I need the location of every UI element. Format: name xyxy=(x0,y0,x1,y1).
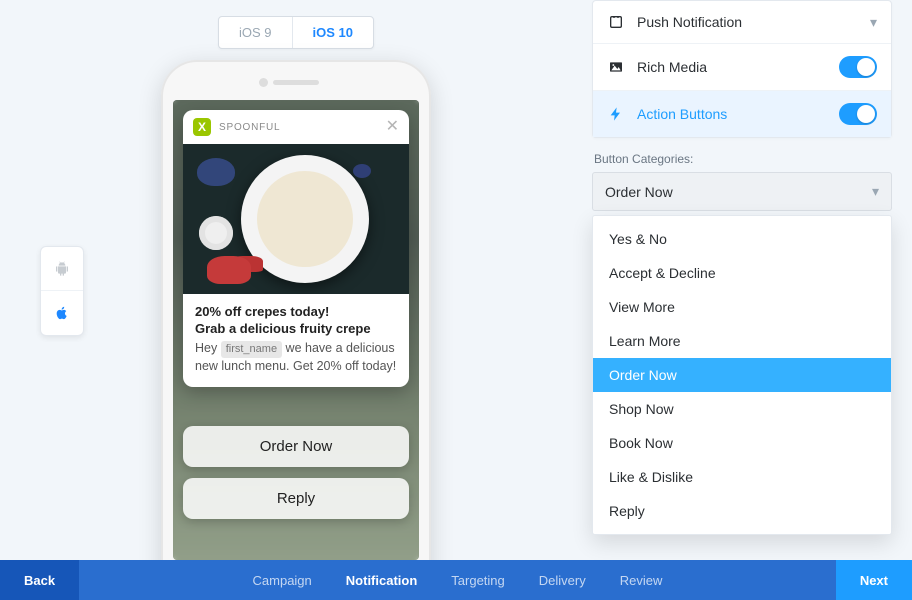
category-option[interactable]: Reply xyxy=(593,494,891,528)
wizard-step[interactable]: Notification xyxy=(346,573,418,588)
app-badge-letter: X xyxy=(198,120,206,134)
next-button-label: Next xyxy=(860,573,888,588)
push-icon xyxy=(607,13,625,31)
category-option[interactable]: Like & Dislike xyxy=(593,460,891,494)
notification-action-primary[interactable]: Order Now xyxy=(183,426,409,467)
media-plate xyxy=(241,155,369,283)
tab-ios9-label: iOS 9 xyxy=(239,25,272,40)
wizard-step[interactable]: Campaign xyxy=(253,573,312,588)
category-option[interactable]: Accept & Decline xyxy=(593,256,891,290)
android-icon xyxy=(53,260,71,278)
tab-ios10[interactable]: iOS 10 xyxy=(293,17,373,48)
category-select-value: Order Now xyxy=(605,184,673,200)
back-button[interactable]: Back xyxy=(0,560,79,600)
setting-push-notification[interactable]: Push Notification ▾ xyxy=(593,1,891,44)
phone-frame: X SPOONFUL ✕ 20% off crepes today! Grab … xyxy=(161,60,431,600)
rich-media-toggle[interactable] xyxy=(839,56,877,78)
wizard-step[interactable]: Review xyxy=(620,573,663,588)
wizard-step[interactable]: Targeting xyxy=(451,573,504,588)
media-crepe xyxy=(267,181,343,257)
notification-body: 20% off crepes today! Grab a delicious f… xyxy=(183,294,409,387)
tab-ios10-label: iOS 10 xyxy=(313,25,353,40)
notification-text-pre: Hey xyxy=(195,341,221,355)
settings-sidebar: Push Notification ▾ Rich Media Action Bu… xyxy=(592,0,892,560)
notification-subtitle: Grab a delicious fruity crepe xyxy=(195,321,397,336)
notification-media xyxy=(183,144,409,294)
action-buttons-toggle[interactable] xyxy=(839,103,877,125)
platform-switcher xyxy=(40,246,84,336)
phone-camera-dot xyxy=(259,78,268,87)
os-version-tabs: iOS 9 iOS 10 xyxy=(218,16,374,49)
wizard-steps: Campaign Notification Targeting Delivery Rev… xyxy=(79,560,836,600)
image-icon xyxy=(607,58,625,76)
app-badge-icon: X xyxy=(193,118,211,136)
media-berries xyxy=(197,158,235,186)
lightning-icon xyxy=(607,105,625,123)
category-dropdown: Yes & NoAccept & DeclineView MoreLearn M… xyxy=(592,215,892,535)
media-cup xyxy=(199,216,233,250)
back-button-label: Back xyxy=(24,573,55,588)
category-option[interactable]: Yes & No xyxy=(593,222,891,256)
wizard-footer: Back Campaign Notification Targeting Delive… xyxy=(0,560,912,600)
notification-action-secondary[interactable]: Reply xyxy=(183,478,409,519)
chevron-down-icon: ▾ xyxy=(872,183,879,200)
action-buttons-label: Action Buttons xyxy=(637,106,827,122)
media-strawberries xyxy=(207,256,251,284)
phone-speaker xyxy=(273,80,319,85)
setting-rich-media[interactable]: Rich Media xyxy=(593,44,891,91)
category-option[interactable]: Book Now xyxy=(593,426,891,460)
action-secondary-label: Reply xyxy=(277,490,315,507)
wizard-step[interactable]: Delivery xyxy=(539,573,586,588)
notification-text: Hey first_name we have a delicious new l… xyxy=(195,340,397,375)
category-option[interactable]: View More xyxy=(593,290,891,324)
button-categories-label: Button Categories: xyxy=(594,152,890,166)
category-option[interactable]: Shop Now xyxy=(593,392,891,426)
media-berries-small xyxy=(353,164,371,178)
platform-ios[interactable] xyxy=(41,291,83,335)
category-select[interactable]: Order Now ▾ xyxy=(592,172,892,211)
action-primary-label: Order Now xyxy=(260,438,333,455)
category-option[interactable]: Order Now xyxy=(593,358,891,392)
preview-canvas: iOS 9 iOS 10 X SPOONFUL ✕ xyxy=(0,0,592,560)
category-option[interactable]: Learn More xyxy=(593,324,891,358)
push-label: Push Notification xyxy=(637,14,858,30)
merge-token: first_name xyxy=(221,341,282,358)
rich-media-label: Rich Media xyxy=(637,59,827,75)
close-icon[interactable]: ✕ xyxy=(386,119,399,135)
phone-screen: X SPOONFUL ✕ 20% off crepes today! Grab … xyxy=(173,100,419,560)
next-button[interactable]: Next xyxy=(836,560,912,600)
notification-card: X SPOONFUL ✕ 20% off crepes today! Grab … xyxy=(183,110,409,387)
setting-action-buttons[interactable]: Action Buttons xyxy=(593,91,891,137)
platform-android[interactable] xyxy=(41,247,83,291)
tab-ios9[interactable]: iOS 9 xyxy=(219,17,293,48)
apple-icon xyxy=(53,304,71,322)
app-name-label: SPOONFUL xyxy=(219,122,378,133)
settings-panel: Push Notification ▾ Rich Media Action Bu… xyxy=(592,0,892,138)
notification-title: 20% off crepes today! xyxy=(195,304,397,319)
chevron-down-icon: ▾ xyxy=(870,14,877,31)
notification-header: X SPOONFUL ✕ xyxy=(183,110,409,144)
